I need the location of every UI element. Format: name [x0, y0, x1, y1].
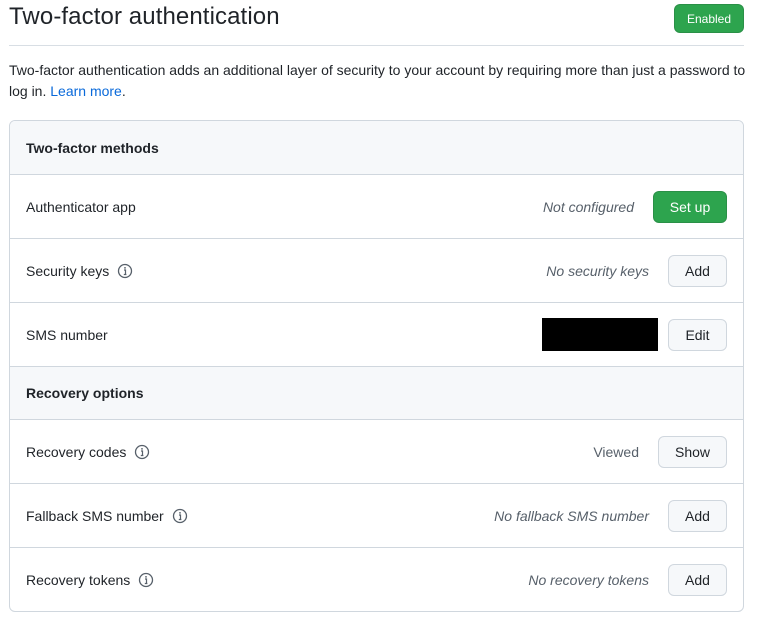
setup-authenticator-button[interactable]: Set up: [653, 190, 727, 223]
row-sms-number: SMS number Edit: [10, 303, 743, 367]
info-icon[interactable]: [172, 508, 188, 524]
security-keys-status: No security keys: [546, 262, 649, 279]
add-fallback-sms-button[interactable]: Add: [668, 499, 727, 532]
info-icon[interactable]: [138, 572, 154, 588]
edit-sms-button[interactable]: Edit: [668, 318, 727, 351]
description-period: .: [121, 83, 126, 99]
sms-number-label: SMS number: [26, 326, 108, 343]
show-recovery-codes-button[interactable]: Show: [658, 435, 727, 468]
section-heading-methods: Two-factor methods: [10, 121, 743, 175]
security-keys-label: Security keys: [26, 262, 110, 279]
add-recovery-token-button[interactable]: Add: [668, 564, 727, 596]
info-icon[interactable]: [134, 444, 150, 460]
add-security-key-button[interactable]: Add: [668, 254, 727, 287]
status-badge: Enabled: [674, 4, 744, 33]
authenticator-status: Not configured: [542, 198, 634, 215]
authenticator-app-label: Authenticator app: [26, 198, 136, 215]
info-icon[interactable]: [117, 263, 133, 279]
row-authenticator-app: Authenticator app Not configured Set up: [10, 175, 743, 239]
page-header: Two-factor authentication Enabled: [9, 0, 744, 46]
two-factor-box: Two-factor methods Authenticator app Not…: [9, 120, 744, 612]
recovery-tokens-label: Recovery tokens: [26, 572, 131, 588]
fallback-sms-status: No fallback SMS number: [494, 507, 649, 524]
row-fallback-sms: Fallback SMS number No fallback SMS numb…: [10, 484, 743, 548]
section-heading-recovery: Recovery options: [10, 367, 743, 420]
recovery-tokens-status: No recovery tokens: [528, 572, 649, 588]
recovery-codes-label: Recovery codes: [26, 443, 127, 460]
page-title: Two-factor authentication: [9, 3, 280, 30]
description: Two-factor authentication adds an additi…: [9, 60, 749, 102]
recovery-codes-status: Viewed: [593, 443, 639, 460]
row-recovery-tokens: Recovery tokens No recovery tokens Add: [10, 548, 743, 611]
row-recovery-codes: Recovery codes Viewed Show: [10, 420, 743, 484]
fallback-sms-label: Fallback SMS number: [26, 507, 164, 524]
learn-more-link[interactable]: Learn more: [50, 83, 122, 99]
row-security-keys: Security keys No security keys Add: [10, 239, 743, 303]
redacted-phone-number: [542, 318, 658, 351]
